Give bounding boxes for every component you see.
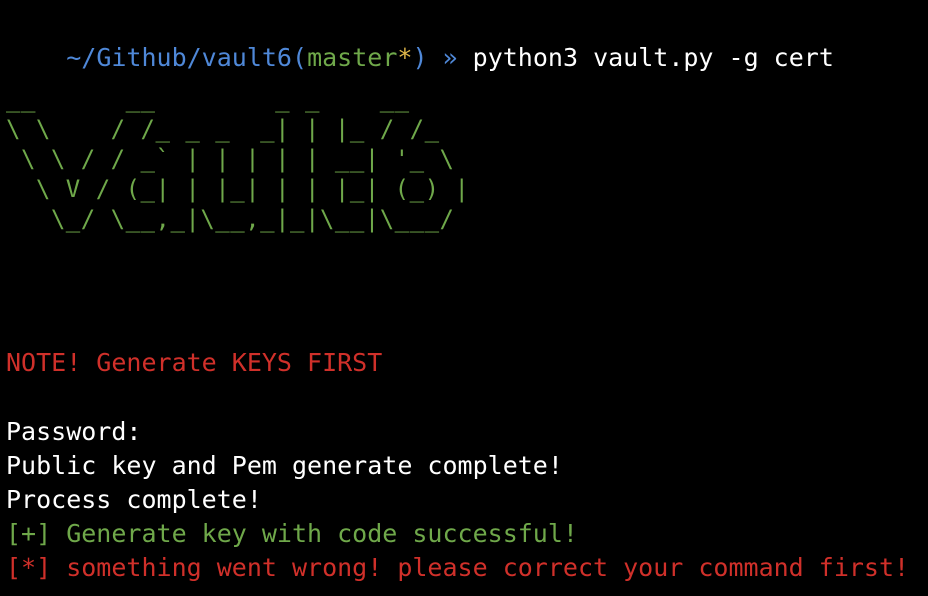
prompt-separator: » <box>427 43 473 72</box>
process-complete-message: Process complete! <box>6 485 262 514</box>
shell-prompt-line: ~/Github/vault6(master*) » python3 vault… <box>6 7 834 72</box>
banner-line-4: \ V / (_| | |_| | | |_| (_) | <box>6 175 470 203</box>
error-message: [*] something went wrong! please correct… <box>6 553 910 582</box>
banner-line-3: \ \ / / _` | | | | | __| '_ \ <box>6 145 455 173</box>
prompt-dirty-marker: * <box>397 43 413 72</box>
prompt-git-branch: master <box>307 43 398 72</box>
banner-line-1: __ __ _ _ __ <box>6 85 425 113</box>
note-message: NOTE! Generate KEYS FIRST <box>6 348 383 377</box>
banner-line-2: \ \ / /_ _ _ _| | |_ / /_ <box>6 115 440 143</box>
prompt-paren-open: ( <box>292 43 308 72</box>
prompt-command: python3 vault.py -g cert <box>472 43 834 72</box>
public-key-message: Public key and Pem generate complete! <box>6 451 563 480</box>
banner-line-5: \_/ \__,_|\__,_|_|\__|\___/ <box>6 205 455 233</box>
terminal-window[interactable]: ~/Github/vault6(master*) » python3 vault… <box>6 0 926 596</box>
prompt-path: ~/Github/vault6 <box>66 43 292 72</box>
prompt-paren-close: ) <box>412 43 428 72</box>
password-prompt: Password: <box>6 417 142 446</box>
success-message: [+] Generate key with code successful! <box>6 519 578 548</box>
